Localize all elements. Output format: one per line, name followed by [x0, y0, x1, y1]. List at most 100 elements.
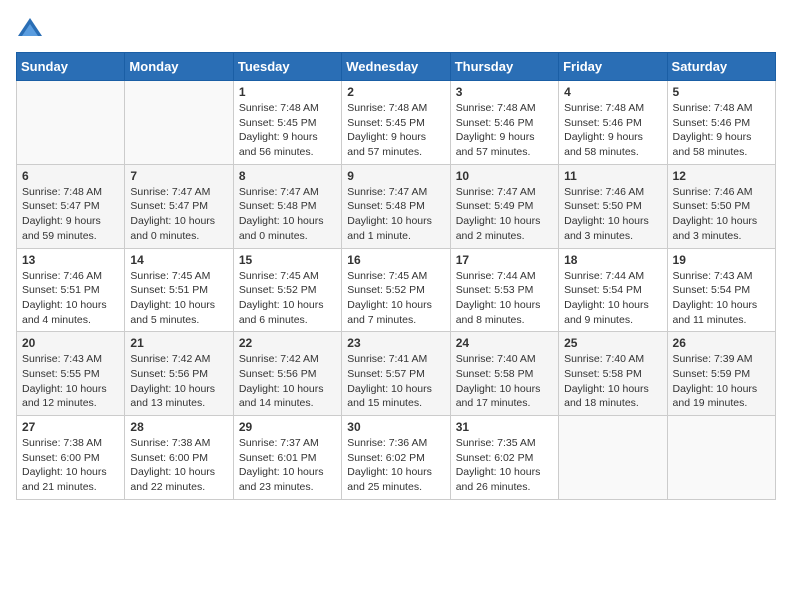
- calendar-cell: 2 Sunrise: 7:48 AMSunset: 5:45 PMDaylight…: [342, 81, 450, 165]
- day-info: Sunrise: 7:47 AMSunset: 5:48 PMDaylight:…: [347, 185, 444, 244]
- day-number: 14: [130, 253, 227, 267]
- day-info: Sunrise: 7:45 AMSunset: 5:52 PMDaylight:…: [239, 269, 336, 328]
- day-info: Sunrise: 7:40 AMSunset: 5:58 PMDaylight:…: [456, 352, 553, 411]
- day-info: Sunrise: 7:41 AMSunset: 5:57 PMDaylight:…: [347, 352, 444, 411]
- day-number: 2: [347, 85, 444, 99]
- day-info: Sunrise: 7:42 AMSunset: 5:56 PMDaylight:…: [130, 352, 227, 411]
- day-info: Sunrise: 7:48 AMSunset: 5:45 PMDaylight:…: [239, 101, 336, 160]
- calendar-cell: 29 Sunrise: 7:37 AMSunset: 6:01 PMDayligh…: [233, 416, 341, 500]
- weekday-saturday: Saturday: [667, 53, 775, 81]
- calendar-table: SundayMondayTuesdayWednesdayThursdayFrid…: [16, 52, 776, 500]
- day-number: 24: [456, 336, 553, 350]
- day-number: 29: [239, 420, 336, 434]
- day-info: Sunrise: 7:45 AMSunset: 5:52 PMDaylight:…: [347, 269, 444, 328]
- calendar-cell: 15Sunrise: 7:45 AMSunset: 5:52 PMDayligh…: [233, 248, 341, 332]
- day-number: 26: [673, 336, 770, 350]
- calendar-cell: 11 Sunrise: 7:46 AMSunset: 5:50 PMDayligh…: [559, 164, 667, 248]
- day-info: Sunrise: 7:45 AMSunset: 5:51 PMDaylight:…: [130, 269, 227, 328]
- calendar-cell: 9 Sunrise: 7:47 AMSunset: 5:48 PMDaylight…: [342, 164, 450, 248]
- logo-icon: [16, 16, 44, 44]
- day-number: 18: [564, 253, 661, 267]
- day-info: Sunrise: 7:46 AMSunset: 5:50 PMDaylight:…: [673, 185, 770, 244]
- calendar-body: 1Sunrise: 7:48 AMSunset: 5:45 PMDaylight…: [17, 81, 776, 500]
- day-info: Sunrise: 7:48 AMSunset: 5:46 PMDaylight:…: [673, 101, 770, 160]
- calendar-cell: 24 Sunrise: 7:40 AMSunset: 5:58 PMDayligh…: [450, 332, 558, 416]
- calendar-week-1: 6 Sunrise: 7:48 AMSunset: 5:47 PMDaylight…: [17, 164, 776, 248]
- calendar-cell: [125, 81, 233, 165]
- day-info: Sunrise: 7:43 AMSunset: 5:54 PMDaylight:…: [673, 269, 770, 328]
- calendar-cell: 21 Sunrise: 7:42 AMSunset: 5:56 PMDayligh…: [125, 332, 233, 416]
- calendar-cell: 22 Sunrise: 7:42 AMSunset: 5:56 PMDayligh…: [233, 332, 341, 416]
- day-info: Sunrise: 7:44 AMSunset: 5:54 PMDaylight:…: [564, 269, 661, 328]
- day-info: Sunrise: 7:48 AMSunset: 5:47 PMDaylight:…: [22, 185, 119, 244]
- day-info: Sunrise: 7:47 AMSunset: 5:47 PMDaylight:…: [130, 185, 227, 244]
- day-number: 10: [456, 169, 553, 183]
- day-info: Sunrise: 7:42 AMSunset: 5:56 PMDaylight:…: [239, 352, 336, 411]
- logo: [16, 16, 48, 44]
- weekday-header-row: SundayMondayTuesdayWednesdayThursdayFrid…: [17, 53, 776, 81]
- calendar-cell: 18 Sunrise: 7:44 AMSunset: 5:54 PMDayligh…: [559, 248, 667, 332]
- calendar-cell: 31 Sunrise: 7:35 AMSunset: 6:02 PMDayligh…: [450, 416, 558, 500]
- day-number: 30: [347, 420, 444, 434]
- day-number: 8: [239, 169, 336, 183]
- calendar-week-0: 1Sunrise: 7:48 AMSunset: 5:45 PMDaylight…: [17, 81, 776, 165]
- day-number: 13: [22, 253, 119, 267]
- day-info: Sunrise: 7:40 AMSunset: 5:58 PMDaylight:…: [564, 352, 661, 411]
- day-info: Sunrise: 7:43 AMSunset: 5:55 PMDaylight:…: [22, 352, 119, 411]
- day-info: Sunrise: 7:37 AMSunset: 6:01 PMDaylight:…: [239, 436, 336, 495]
- day-number: 6: [22, 169, 119, 183]
- calendar-cell: 8 Sunrise: 7:47 AMSunset: 5:48 PMDaylight…: [233, 164, 341, 248]
- calendar-cell: [17, 81, 125, 165]
- weekday-sunday: Sunday: [17, 53, 125, 81]
- calendar-cell: 20 Sunrise: 7:43 AMSunset: 5:55 PMDayligh…: [17, 332, 125, 416]
- calendar-cell: 5 Sunrise: 7:48 AMSunset: 5:46 PMDaylight…: [667, 81, 775, 165]
- day-number: 4: [564, 85, 661, 99]
- day-number: 11: [564, 169, 661, 183]
- day-number: 31: [456, 420, 553, 434]
- calendar-week-4: 27Sunrise: 7:38 AMSunset: 6:00 PMDayligh…: [17, 416, 776, 500]
- day-number: 25: [564, 336, 661, 350]
- day-info: Sunrise: 7:46 AMSunset: 5:50 PMDaylight:…: [564, 185, 661, 244]
- day-info: Sunrise: 7:47 AMSunset: 5:49 PMDaylight:…: [456, 185, 553, 244]
- calendar-cell: [667, 416, 775, 500]
- calendar-cell: 13Sunrise: 7:46 AMSunset: 5:51 PMDayligh…: [17, 248, 125, 332]
- day-number: 12: [673, 169, 770, 183]
- calendar-cell: 6 Sunrise: 7:48 AMSunset: 5:47 PMDaylight…: [17, 164, 125, 248]
- day-info: Sunrise: 7:38 AMSunset: 6:00 PMDaylight:…: [130, 436, 227, 495]
- day-number: 16: [347, 253, 444, 267]
- day-number: 7: [130, 169, 227, 183]
- calendar-cell: 12 Sunrise: 7:46 AMSunset: 5:50 PMDayligh…: [667, 164, 775, 248]
- day-info: Sunrise: 7:47 AMSunset: 5:48 PMDaylight:…: [239, 185, 336, 244]
- weekday-tuesday: Tuesday: [233, 53, 341, 81]
- calendar-cell: 25 Sunrise: 7:40 AMSunset: 5:58 PMDayligh…: [559, 332, 667, 416]
- day-info: Sunrise: 7:35 AMSunset: 6:02 PMDaylight:…: [456, 436, 553, 495]
- page-header: [16, 16, 776, 44]
- calendar-cell: 10 Sunrise: 7:47 AMSunset: 5:49 PMDayligh…: [450, 164, 558, 248]
- calendar-cell: 23 Sunrise: 7:41 AMSunset: 5:57 PMDayligh…: [342, 332, 450, 416]
- day-number: 3: [456, 85, 553, 99]
- day-info: Sunrise: 7:48 AMSunset: 5:46 PMDaylight:…: [564, 101, 661, 160]
- day-info: Sunrise: 7:48 AMSunset: 5:46 PMDaylight:…: [456, 101, 553, 160]
- day-info: Sunrise: 7:48 AMSunset: 5:45 PMDaylight:…: [347, 101, 444, 160]
- calendar-cell: 7 Sunrise: 7:47 AMSunset: 5:47 PMDaylight…: [125, 164, 233, 248]
- day-info: Sunrise: 7:36 AMSunset: 6:02 PMDaylight:…: [347, 436, 444, 495]
- weekday-thursday: Thursday: [450, 53, 558, 81]
- calendar-cell: 3 Sunrise: 7:48 AMSunset: 5:46 PMDaylight…: [450, 81, 558, 165]
- day-number: 19: [673, 253, 770, 267]
- day-number: 28: [130, 420, 227, 434]
- weekday-monday: Monday: [125, 53, 233, 81]
- calendar-week-3: 20 Sunrise: 7:43 AMSunset: 5:55 PMDayligh…: [17, 332, 776, 416]
- calendar-header: SundayMondayTuesdayWednesdayThursdayFrid…: [17, 53, 776, 81]
- day-number: 20: [22, 336, 119, 350]
- calendar-week-2: 13Sunrise: 7:46 AMSunset: 5:51 PMDayligh…: [17, 248, 776, 332]
- calendar-cell: 19 Sunrise: 7:43 AMSunset: 5:54 PMDayligh…: [667, 248, 775, 332]
- calendar-cell: 26 Sunrise: 7:39 AMSunset: 5:59 PMDayligh…: [667, 332, 775, 416]
- calendar-cell: 27Sunrise: 7:38 AMSunset: 6:00 PMDayligh…: [17, 416, 125, 500]
- day-number: 9: [347, 169, 444, 183]
- day-info: Sunrise: 7:39 AMSunset: 5:59 PMDaylight:…: [673, 352, 770, 411]
- day-number: 21: [130, 336, 227, 350]
- weekday-wednesday: Wednesday: [342, 53, 450, 81]
- day-number: 5: [673, 85, 770, 99]
- day-number: 22: [239, 336, 336, 350]
- day-number: 23: [347, 336, 444, 350]
